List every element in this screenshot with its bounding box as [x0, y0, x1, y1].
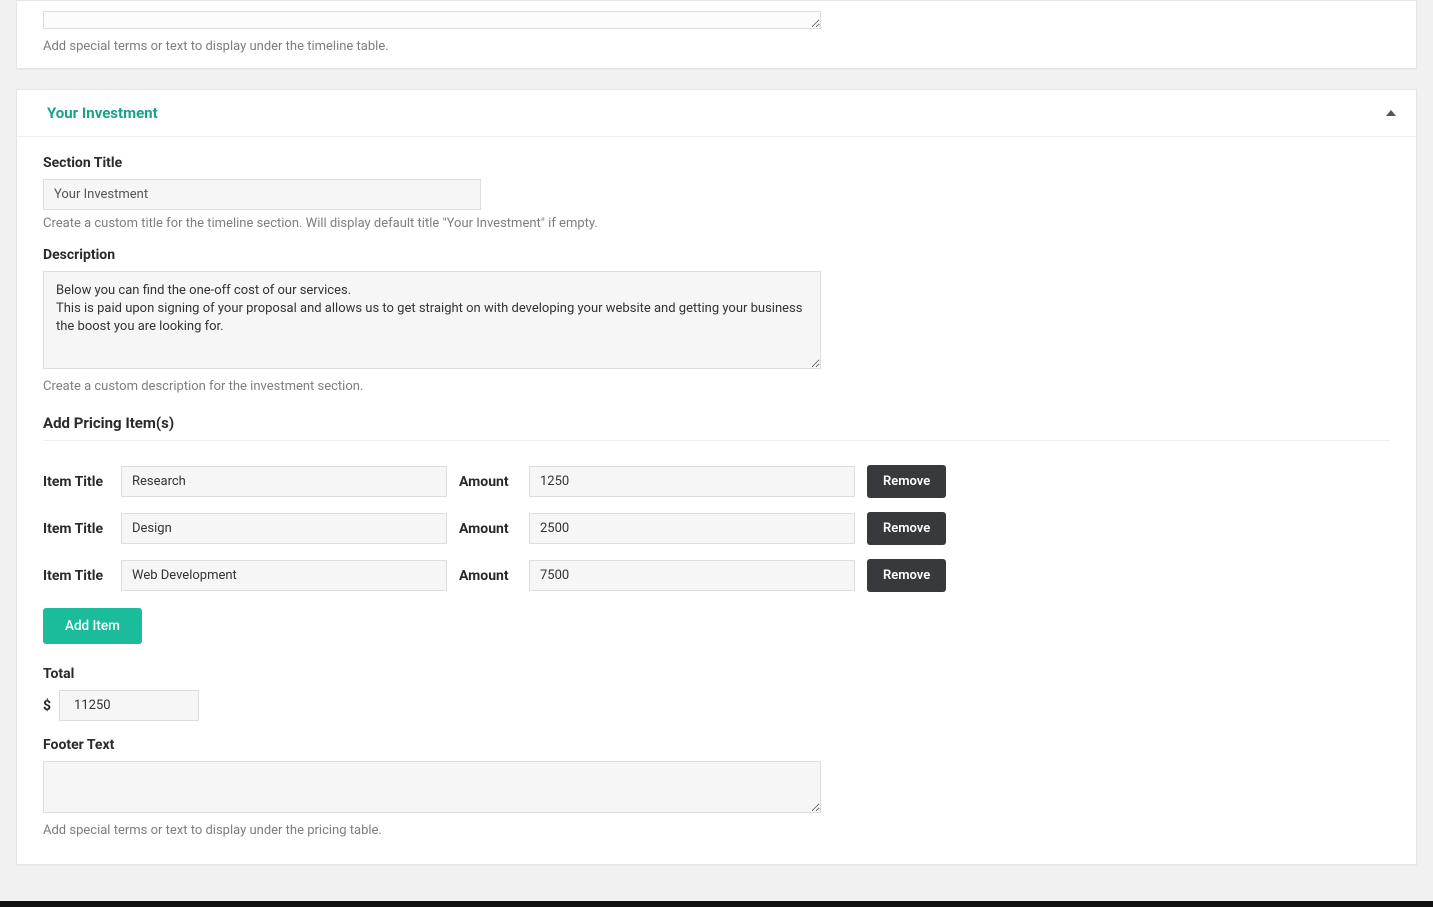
- item-title-input[interactable]: [121, 466, 447, 497]
- item-title-label: Item Title: [43, 521, 109, 537]
- pricing-row: Item Title Amount Remove: [43, 559, 1390, 592]
- pricing-items-heading: Add Pricing Item(s): [43, 414, 1390, 441]
- add-item-button[interactable]: Add Item: [43, 608, 142, 644]
- section-title-help: Create a custom title for the timeline s…: [43, 216, 1390, 231]
- timeline-footer-textarea[interactable]: [43, 11, 821, 29]
- pricing-row: Item Title Amount Remove: [43, 465, 1390, 498]
- amount-input[interactable]: [529, 513, 855, 544]
- item-title-input[interactable]: [121, 513, 447, 544]
- item-title-label: Item Title: [43, 568, 109, 584]
- amount-label: Amount: [459, 568, 517, 584]
- description-textarea[interactable]: [43, 271, 821, 369]
- remove-button[interactable]: Remove: [867, 465, 946, 498]
- amount-input[interactable]: [529, 466, 855, 497]
- pricing-rows-container: Item Title Amount Remove Item Title Amount Re…: [43, 465, 1390, 592]
- remove-button[interactable]: Remove: [867, 559, 946, 592]
- item-title-input[interactable]: [121, 560, 447, 591]
- description-help: Create a custom description for the inve…: [43, 379, 1390, 394]
- timeline-footer-panel: Add special terms or text to display und…: [16, 0, 1417, 69]
- remove-button[interactable]: Remove: [867, 512, 946, 545]
- total-label: Total: [43, 666, 1390, 682]
- footer-text-textarea[interactable]: [43, 761, 821, 813]
- footer-text-help: Add special terms or text to display und…: [43, 823, 1390, 838]
- amount-label: Amount: [459, 521, 517, 537]
- investment-accordion-title: Your Investment: [47, 104, 158, 122]
- investment-panel: Your Investment Section Title Create a c…: [16, 89, 1417, 865]
- pricing-row: Item Title Amount Remove: [43, 512, 1390, 545]
- section-title-input[interactable]: [43, 179, 481, 210]
- amount-input[interactable]: [529, 560, 855, 591]
- footer-text-label: Footer Text: [43, 737, 1390, 753]
- item-title-label: Item Title: [43, 474, 109, 490]
- bottom-bar: [0, 901, 1433, 907]
- total-input[interactable]: [59, 690, 199, 721]
- collapse-icon: [1386, 110, 1396, 116]
- amount-label: Amount: [459, 474, 517, 490]
- section-title-label: Section Title: [43, 155, 1390, 171]
- investment-accordion-header[interactable]: Your Investment: [17, 90, 1416, 137]
- timeline-footer-help: Add special terms or text to display und…: [43, 39, 1390, 54]
- description-label: Description: [43, 247, 1390, 263]
- currency-symbol: $: [43, 698, 51, 714]
